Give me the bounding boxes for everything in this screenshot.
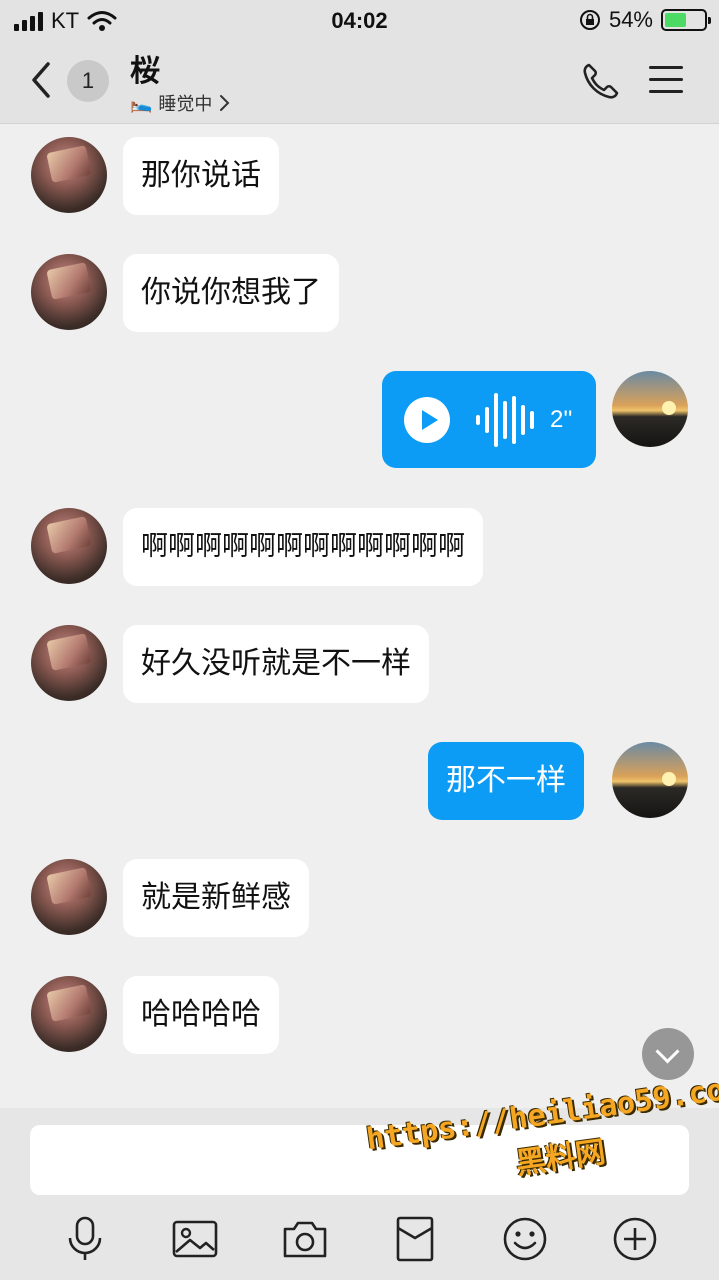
red-packet-icon[interactable] — [390, 1214, 440, 1264]
message-bubble-incoming[interactable]: 那你说话 — [123, 137, 279, 215]
chevron-left-icon[interactable] — [26, 58, 56, 102]
contact-avatar[interactable] — [31, 976, 107, 1052]
phone-icon[interactable] — [580, 60, 622, 102]
waveform-icon — [476, 392, 534, 448]
message-bubble-incoming[interactable]: 就是新鲜感 — [123, 859, 309, 937]
emoji-icon[interactable] — [500, 1214, 550, 1264]
bed-icon: 🛌 — [130, 92, 153, 114]
contact-status[interactable]: 🛌 睡觉中 — [130, 90, 232, 116]
status-bar: KT 04:02 54% — [0, 0, 719, 40]
unread-badge[interactable]: 1 — [67, 60, 109, 102]
camera-icon[interactable] — [280, 1214, 330, 1264]
message-bubble-incoming[interactable]: 哈哈哈哈 — [123, 976, 279, 1054]
my-avatar[interactable] — [612, 371, 688, 447]
chat-header: 1 桜 🛌 睡觉中 — [0, 40, 719, 124]
voice-message-bubble[interactable]: 2'' — [382, 371, 596, 468]
image-icon[interactable] — [170, 1214, 220, 1264]
my-avatar[interactable] — [612, 742, 688, 818]
message-bubble-outgoing[interactable]: 那不一样 — [428, 742, 584, 820]
scroll-to-bottom-button[interactable] — [642, 1028, 694, 1080]
status-right: 54% — [579, 7, 711, 33]
voice-duration: 2'' — [550, 405, 573, 433]
message-bubble-incoming[interactable]: 啊啊啊啊啊啊啊啊啊啊啊啊 — [123, 508, 483, 586]
menu-icon[interactable] — [649, 66, 683, 96]
battery-percent: 54% — [608, 7, 653, 32]
contact-avatar[interactable] — [31, 137, 107, 213]
composer-toolbar — [0, 1208, 719, 1272]
message-bubble-incoming[interactable]: 你说你想我了 — [123, 254, 339, 332]
contact-name[interactable]: 桜 — [130, 46, 160, 90]
contact-avatar[interactable] — [31, 508, 107, 584]
message-bubble-incoming[interactable]: 好久没听就是不一样 — [123, 625, 429, 703]
status-text: 睡觉中 — [158, 94, 213, 115]
battery-charging-icon — [661, 9, 711, 31]
contact-avatar[interactable] — [31, 254, 107, 330]
chevron-right-icon — [220, 95, 230, 111]
microphone-icon[interactable] — [60, 1214, 110, 1264]
contact-avatar[interactable] — [31, 859, 107, 935]
plus-icon[interactable] — [610, 1214, 660, 1264]
orientation-lock-icon — [579, 10, 600, 30]
contact-avatar[interactable] — [31, 625, 107, 701]
battery-fill — [665, 13, 686, 27]
play-icon[interactable] — [404, 396, 450, 443]
